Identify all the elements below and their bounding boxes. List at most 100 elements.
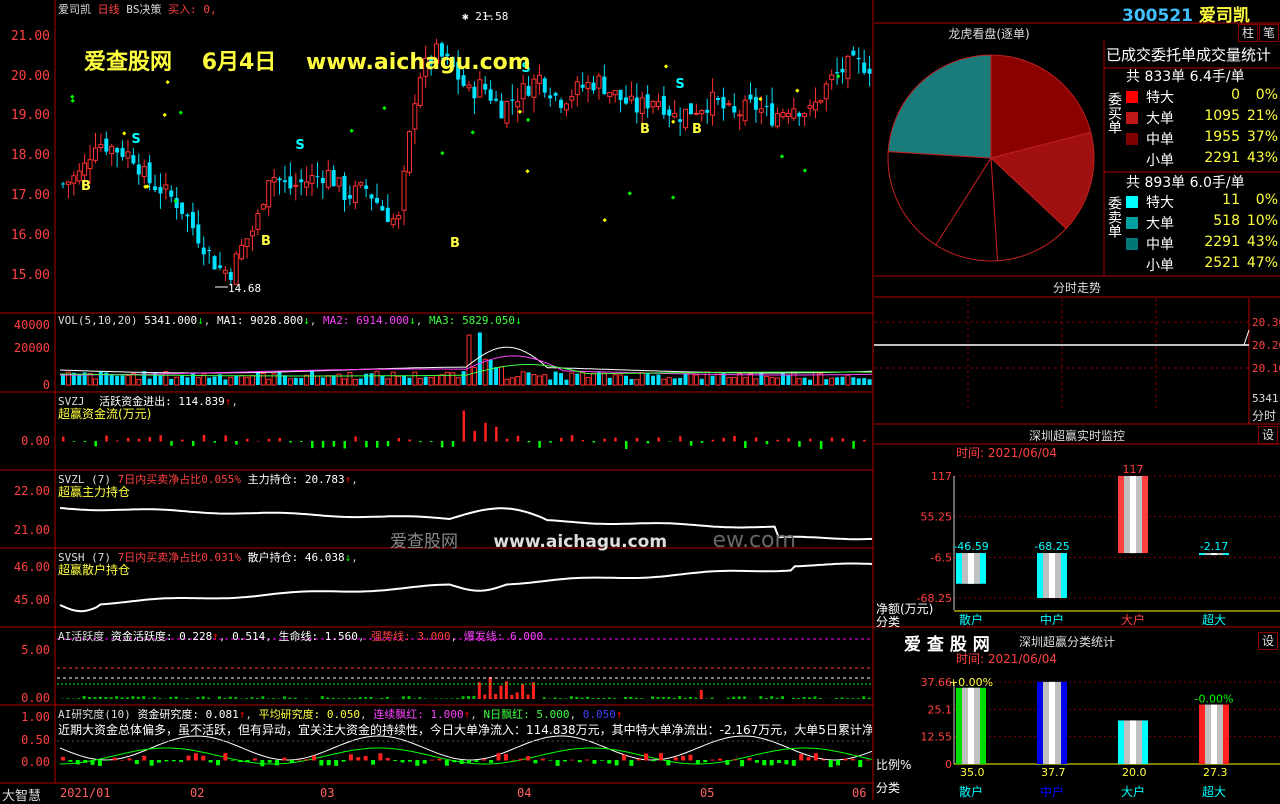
low-value: 14.68 bbox=[228, 282, 261, 295]
red-arrow: ↑ bbox=[464, 708, 471, 721]
fenshi-tick-3: 20.10 bbox=[1252, 362, 1280, 375]
svsh-tick-1: 46.00 bbox=[2, 560, 50, 574]
svg-text:S: S bbox=[295, 138, 304, 153]
row-pct: 0% bbox=[1240, 192, 1278, 208]
vol-header: VOL(5,10,20) 5341.000↓, MA1: 9028.800↓, … bbox=[58, 314, 522, 327]
row-pct: 10% bbox=[1240, 213, 1278, 229]
bar-mode-button[interactable]: 柱 bbox=[1238, 24, 1258, 42]
buy-summary: 共 833单 6.4手/单 bbox=[1126, 66, 1245, 86]
high-star-icon: ✱ bbox=[462, 10, 469, 23]
life-value: 1.560 bbox=[325, 630, 358, 643]
ai-tick-2: 0.00 bbox=[2, 691, 50, 705]
row-pct: 0% bbox=[1240, 87, 1278, 103]
monitor-bar-label: 117 bbox=[1123, 463, 1144, 476]
research-tick-1: 1.00 bbox=[2, 710, 50, 724]
monitor-bar-label: -68.25 bbox=[1034, 540, 1069, 553]
svzj-value: 114.839 bbox=[178, 395, 224, 408]
row-pct: 43% bbox=[1240, 150, 1278, 166]
indicator-name[interactable]: BS决策 bbox=[126, 3, 161, 16]
ma2-arrow: ↓ bbox=[409, 314, 416, 327]
life-label: 生命线: bbox=[279, 630, 319, 643]
class-settings-button[interactable]: 设 bbox=[1258, 632, 1278, 650]
vol-arrow: ↓ bbox=[197, 314, 204, 327]
svzl-tick-1: 22.00 bbox=[2, 484, 50, 498]
row-label: 特大 bbox=[1146, 192, 1174, 212]
price-high-label: ✱ 21.58 bbox=[462, 10, 508, 23]
research-comment: 近期大资金总体偏多，虽不活跃，但有异动，宜关注大资金的持续性，今日大单净流入：1… bbox=[58, 721, 872, 738]
period-label[interactable]: 日线 bbox=[98, 3, 120, 16]
ma1-arrow: ↓ bbox=[303, 314, 310, 327]
legend-swatch bbox=[1126, 112, 1138, 124]
x-label-2: 02 bbox=[190, 786, 204, 800]
class-category: 散户 bbox=[959, 784, 983, 799]
red-value: 1.000 bbox=[431, 708, 464, 721]
stats-title: 已成交委托单成交量统计 bbox=[1106, 44, 1271, 65]
burst-value: 6.000 bbox=[510, 630, 543, 643]
class-tick: 12.55 bbox=[921, 731, 953, 744]
row-label: 小单 bbox=[1146, 255, 1174, 275]
class-category: 大户 bbox=[1121, 784, 1145, 799]
class-category: 超大 bbox=[1202, 784, 1226, 799]
svg-text:S: S bbox=[675, 77, 684, 92]
ai-header: AI活跃度 资金活跃度: 0.228↑, 0.514, 生命线: 1.560, … bbox=[58, 628, 543, 644]
row-value: 2521 bbox=[1174, 255, 1240, 271]
monitor-settings-button[interactable]: 设 bbox=[1258, 426, 1278, 444]
svsh-title: 超赢散户持仓 bbox=[58, 561, 130, 578]
monitor-category: 超大 bbox=[1202, 612, 1226, 626]
class-tick: 0 bbox=[945, 758, 952, 771]
price-tick-1: 21.00 bbox=[2, 29, 50, 44]
corner-label[interactable]: 大智慧 bbox=[2, 785, 41, 804]
class-ylabel: 比例% bbox=[876, 756, 911, 773]
pen-mode-button[interactable]: 笔 bbox=[1259, 24, 1279, 42]
svg-text:B: B bbox=[640, 122, 650, 137]
x-label-3: 03 bbox=[320, 786, 334, 800]
fund-flow-bars bbox=[62, 410, 866, 448]
watermark-date: 6月4日 bbox=[202, 50, 277, 75]
svsh-arrow: ↓ bbox=[345, 551, 352, 564]
row-value: 0 bbox=[1174, 87, 1240, 103]
research-header: AI研究度(10) 资金研究度: 0.081↑, 平均研究度: 0.050, 连… bbox=[58, 706, 623, 722]
class-category: 中户 bbox=[1040, 784, 1064, 799]
vol-tick-1: 40000 bbox=[2, 318, 50, 332]
chart-header: 爱司凯 日线 BS决策 买入: 0, bbox=[58, 1, 217, 17]
research-arrow: ↑ bbox=[239, 708, 246, 721]
avg-value: 0.050 bbox=[327, 708, 360, 721]
sell-summary: 共 893单 6.0手/单 bbox=[1126, 172, 1245, 192]
strong-label: 强势线: bbox=[371, 630, 411, 643]
fenshi-chart[interactable] bbox=[874, 298, 1280, 424]
stock-code-header: 300521 爱司凯 bbox=[1122, 1, 1250, 26]
svg-text:B: B bbox=[692, 122, 702, 137]
svzl-arrow: ↑ bbox=[345, 473, 352, 486]
fenshi-tick-2: 20.20 bbox=[1252, 339, 1280, 352]
pie-chart bbox=[874, 40, 1104, 276]
price-tick-4: 18.00 bbox=[2, 148, 50, 163]
monitor-category: 中户 bbox=[1040, 612, 1064, 626]
row-value: 2291 bbox=[1174, 150, 1240, 166]
red-label: 连续飘红: bbox=[373, 708, 424, 721]
price-tick-2: 20.00 bbox=[2, 69, 50, 84]
row-label: 中单 bbox=[1146, 129, 1174, 149]
svsh-value: 46.038 bbox=[305, 551, 345, 564]
ai-tick-1: 5.00 bbox=[2, 643, 50, 657]
ma1-value: 9028.800 bbox=[250, 314, 303, 327]
monitor-xlabel: 分类 bbox=[876, 613, 900, 630]
price-low-label: 14.68 bbox=[228, 282, 261, 295]
row-value: 11 bbox=[1174, 192, 1240, 208]
monitor-tick: 55.25 bbox=[921, 511, 953, 524]
stock-name: 爱司凯 bbox=[58, 3, 91, 16]
x-label-4: 04 bbox=[517, 786, 531, 800]
x-label-5: 05 bbox=[700, 786, 714, 800]
class-xlabel: 分类 bbox=[876, 779, 900, 796]
right-panel: 300521 爱司凯 柱 笔 龙虎看盘(逐单) 已成交委托单成交量统计 委买单 … bbox=[874, 0, 1280, 800]
x-label-6: 06 bbox=[852, 786, 866, 800]
main-chart-area[interactable]: BBBBBSSSS 21.0020.0019.0018.0017.0016.00… bbox=[0, 0, 874, 800]
buy-vertical-label: 委买单 bbox=[1106, 92, 1122, 134]
bs-markers: BBBBBSSSS bbox=[70, 61, 840, 251]
fenshi-tag: 分时 bbox=[1252, 407, 1276, 424]
row-label: 小单 bbox=[1146, 150, 1174, 170]
monitor-category: 散户 bbox=[959, 612, 983, 626]
monitor-category: 大户 bbox=[1121, 612, 1145, 626]
svzl-value: 20.783 bbox=[305, 473, 345, 486]
price-tick-7: 15.00 bbox=[2, 268, 50, 283]
watermark-mid: 爱查股网 www.aichagu.com ew.com bbox=[390, 527, 796, 553]
